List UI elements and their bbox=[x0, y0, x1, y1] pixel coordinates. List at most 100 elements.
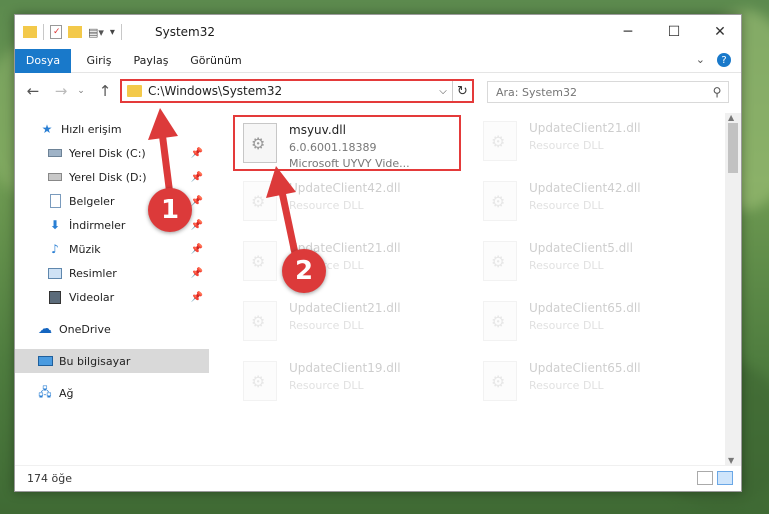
sidebar-item-music[interactable]: ♪ Müzik 📌 bbox=[15, 237, 209, 261]
gear-icon: ⚙ bbox=[491, 192, 506, 211]
properties-icon[interactable]: ✓ bbox=[50, 25, 62, 39]
file-name: UpdateClient65.dll bbox=[529, 361, 641, 375]
file-item[interactable]: ⚙ UpdateClient42.dll Resource DLL bbox=[235, 175, 465, 231]
sidebar-item-label: Yerel Disk (D:) bbox=[69, 170, 147, 184]
computer-icon bbox=[37, 354, 53, 368]
network-icon: 🖧 bbox=[38, 384, 52, 399]
file-item[interactable]: ⚙ UpdateClient65.dll Resource DLL bbox=[475, 355, 705, 411]
sidebar-item-quick-access[interactable]: ★ Hızlı erişim bbox=[15, 117, 209, 141]
documents-icon bbox=[47, 194, 63, 208]
arrow-right-icon: → bbox=[54, 82, 68, 100]
file-item[interactable]: ⚙ UpdateClient19.dll Resource DLL bbox=[235, 355, 465, 411]
gear-icon: ⚙ bbox=[251, 252, 266, 271]
pin-icon: 📌 bbox=[190, 243, 203, 255]
window-title: System32 bbox=[155, 25, 216, 39]
drive-icon bbox=[47, 146, 63, 160]
minimize-icon: ─ bbox=[623, 24, 633, 40]
gear-icon: ⚙ bbox=[251, 192, 266, 211]
gear-icon: ⚙ bbox=[491, 312, 506, 331]
file-name: UpdateClient21.dll bbox=[529, 121, 641, 135]
file-type: Resource DLL bbox=[529, 139, 604, 152]
pin-icon: 📌 bbox=[190, 171, 203, 183]
dll-file-icon: ⚙ bbox=[243, 301, 277, 341]
refresh-button[interactable]: ↻ bbox=[452, 81, 472, 101]
file-type: Resource DLL bbox=[289, 199, 364, 212]
tab-share[interactable]: Paylaş bbox=[123, 49, 179, 73]
file-name: UpdateClient42.dll bbox=[529, 181, 641, 195]
file-type: Resource DLL bbox=[529, 319, 604, 332]
chevron-down-icon[interactable]: ▾ bbox=[110, 27, 115, 38]
file-item[interactable]: ⚙ UpdateClient42.dll Resource DLL bbox=[475, 175, 705, 231]
star-icon: ★ bbox=[41, 122, 53, 136]
status-bar: 174 öğe bbox=[15, 465, 741, 491]
music-icon: ♪ bbox=[51, 242, 59, 256]
chevron-down-icon: ⌄ bbox=[77, 86, 85, 96]
forward-button[interactable]: → bbox=[51, 81, 71, 101]
back-button[interactable]: ← bbox=[23, 81, 43, 101]
file-item[interactable]: ⚙ UpdateClient21.dll Resource DLL bbox=[235, 295, 465, 351]
details-view-icon[interactable] bbox=[697, 471, 713, 485]
sidebar-item-pictures[interactable]: Resimler 📌 bbox=[15, 261, 209, 285]
step-marker-two: 2 bbox=[282, 249, 326, 293]
sidebar-item-label: Ağ bbox=[59, 386, 74, 400]
sidebar-item-label: OneDrive bbox=[59, 322, 111, 336]
maximize-button[interactable]: ☐ bbox=[651, 15, 697, 49]
new-folder-icon[interactable] bbox=[68, 26, 82, 38]
sidebar-item-network[interactable]: 🖧 Ağ bbox=[15, 381, 209, 405]
drive-icon bbox=[47, 170, 63, 184]
file-item[interactable]: ⚙ UpdateClient21.dll Resource DLL bbox=[475, 115, 705, 171]
close-icon: ✕ bbox=[714, 24, 726, 40]
up-button[interactable]: ↑ bbox=[95, 81, 115, 101]
recent-locations-button[interactable]: ⌄ bbox=[71, 81, 91, 101]
sidebar-item-label: Bu bilgisayar bbox=[59, 354, 131, 368]
sidebar-item-onedrive[interactable]: ☁ OneDrive bbox=[15, 317, 209, 341]
customize-toolbar-icon[interactable]: ▤▾ bbox=[88, 26, 104, 39]
minimize-button[interactable]: ─ bbox=[605, 15, 651, 49]
gear-icon: ⚙ bbox=[491, 252, 506, 271]
address-path[interactable]: C:\Windows\System32 bbox=[148, 84, 434, 98]
file-type: Resource DLL bbox=[529, 259, 604, 272]
search-icon[interactable]: ⚲ bbox=[706, 85, 728, 99]
tab-view[interactable]: Görünüm bbox=[183, 49, 249, 73]
scroll-up-icon[interactable]: ▲ bbox=[728, 113, 734, 122]
refresh-icon: ↻ bbox=[457, 83, 468, 99]
tiles-view-icon[interactable] bbox=[717, 471, 733, 485]
file-item[interactable]: ⚙ UpdateClient65.dll Resource DLL bbox=[475, 295, 705, 351]
address-bar[interactable]: C:\Windows\System32 ⌵ ↻ bbox=[120, 79, 474, 103]
file-item[interactable]: ⚙ UpdateClient5.dll Resource DLL bbox=[475, 235, 705, 291]
close-button[interactable]: ✕ bbox=[697, 15, 743, 49]
ribbon-expand-icon[interactable]: ⌄ bbox=[696, 53, 705, 67]
tab-home[interactable]: Giriş bbox=[77, 49, 121, 73]
tab-file[interactable]: Dosya bbox=[15, 49, 71, 73]
dll-file-icon: ⚙ bbox=[243, 241, 277, 281]
pictures-icon bbox=[47, 266, 63, 280]
file-item[interactable]: ⚙ UpdateClient21.dll Resource DLL bbox=[235, 235, 465, 291]
scroll-down-icon[interactable]: ▼ bbox=[728, 456, 734, 465]
sidebar-item-videos[interactable]: Videolar 📌 bbox=[15, 285, 209, 309]
chevron-down-icon[interactable]: ⌵ bbox=[434, 86, 452, 97]
dll-file-icon: ⚙ bbox=[483, 301, 517, 341]
vertical-scrollbar[interactable]: ▲ ▼ bbox=[725, 113, 741, 465]
download-icon: ⬇ bbox=[49, 218, 61, 232]
sidebar-item-label: Resimler bbox=[69, 266, 117, 280]
gear-icon: ⚙ bbox=[251, 312, 266, 331]
dll-file-icon: ⚙ bbox=[483, 361, 517, 401]
file-type: Resource DLL bbox=[289, 379, 364, 392]
pin-icon: 📌 bbox=[190, 267, 203, 279]
file-name: UpdateClient42.dll bbox=[289, 181, 401, 195]
help-icon[interactable]: ? bbox=[717, 53, 731, 67]
file-type: Resource DLL bbox=[289, 319, 364, 332]
pin-icon: 📌 bbox=[190, 147, 203, 159]
search-box[interactable]: ⚲ bbox=[487, 81, 729, 103]
sidebar-item-this-pc[interactable]: Bu bilgisayar bbox=[15, 349, 209, 373]
dll-file-icon: ⚙ bbox=[483, 241, 517, 281]
dll-file-icon: ⚙ bbox=[483, 121, 517, 161]
file-name: UpdateClient19.dll bbox=[289, 361, 401, 375]
folder-icon bbox=[23, 26, 37, 38]
scrollbar-thumb[interactable] bbox=[728, 123, 738, 173]
sidebar-item-local-disk-d[interactable]: Yerel Disk (D:) 📌 bbox=[15, 165, 209, 189]
sidebar-item-local-disk-c[interactable]: Yerel Disk (C:) 📌 bbox=[15, 141, 209, 165]
search-input[interactable] bbox=[488, 85, 706, 99]
dll-file-icon: ⚙ bbox=[243, 361, 277, 401]
file-name: UpdateClient65.dll bbox=[529, 301, 641, 315]
